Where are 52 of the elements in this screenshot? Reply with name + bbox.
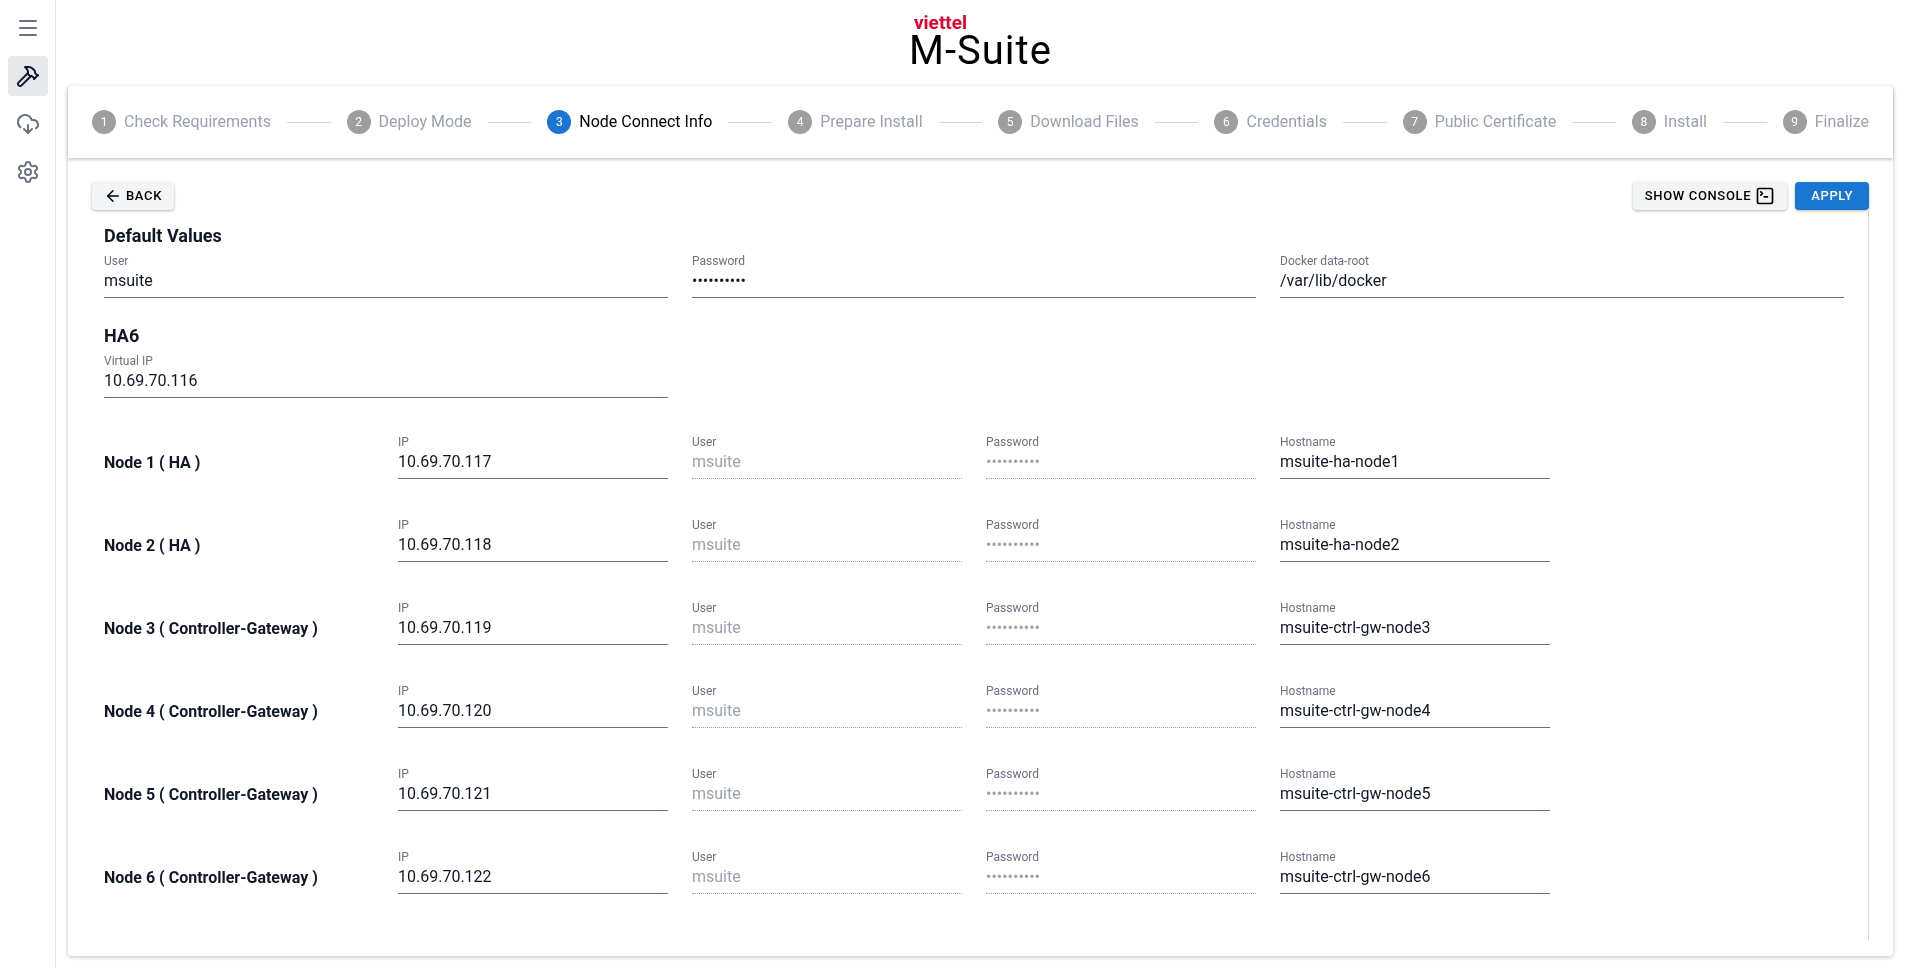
- text-field[interactable]: Hostname msuite-ctrl-gw-node3: [1280, 600, 1550, 645]
- step-number[interactable]: 1: [92, 110, 116, 134]
- tools-icon: [15, 64, 40, 88]
- text-field[interactable]: IP 10.69.70.120: [398, 683, 668, 728]
- text-field[interactable]: IP 10.69.70.121: [398, 766, 668, 811]
- section-title: Default Values: [104, 224, 223, 248]
- text-field[interactable]: IP 10.69.70.122: [398, 849, 668, 894]
- step-number[interactable]: 7: [1402, 110, 1427, 134]
- cloud-download-icon: [15, 112, 40, 136]
- text-field[interactable]: Hostname msuite-ha-node1: [1280, 434, 1550, 479]
- sidebar-button[interactable]: [7, 56, 48, 96]
- back-button[interactable]: BACK: [92, 182, 175, 210]
- text-field[interactable]: Virtual IP 10.69.70.116: [104, 353, 668, 398]
- text-field[interactable]: IP 10.69.70.119: [398, 600, 668, 645]
- step-number[interactable]: 5: [998, 110, 1023, 134]
- settings-icon: [15, 160, 40, 184]
- text-field[interactable]: IP 10.69.70.118: [398, 517, 668, 562]
- terminal-icon: [1755, 186, 1776, 206]
- text-field[interactable]: Hostname msuite-ctrl-gw-node6: [1280, 849, 1550, 894]
- text-field[interactable]: Hostname msuite-ctrl-gw-node4: [1280, 683, 1550, 728]
- node-label: Node 5 ( Controller-Gateway ): [104, 784, 319, 806]
- text-field[interactable]: Hostname msuite-ha-node2: [1280, 517, 1550, 562]
- step-label[interactable]: Finalize: [1814, 110, 1870, 134]
- step-number[interactable]: 8: [1631, 110, 1656, 134]
- product-logo: M-Suite: [909, 31, 1052, 71]
- step-label[interactable]: Prepare Install: [820, 110, 923, 134]
- text-field[interactable]: User msuite: [104, 253, 668, 298]
- step-number[interactable]: 9: [1782, 110, 1807, 134]
- section-title: HA6: [104, 324, 141, 348]
- step-number[interactable]: 4: [788, 110, 813, 134]
- step-number[interactable]: 2: [346, 110, 371, 134]
- step-label[interactable]: Node Connect Info: [579, 110, 713, 134]
- show-console-button[interactable]: SHOW CONSOLE: [1632, 182, 1788, 210]
- node-label: Node 2 ( HA ): [104, 535, 202, 557]
- text-field[interactable]: Password ••••••••••: [692, 253, 1256, 298]
- step-label[interactable]: Check Requirements: [124, 110, 271, 134]
- node-label: Node 1 ( HA ): [104, 452, 202, 474]
- text-field[interactable]: Docker data-root /var/lib/docker: [1280, 253, 1844, 298]
- node-label: Node 3 ( Controller-Gateway ): [104, 618, 319, 640]
- node-label: Node 4 ( Controller-Gateway ): [104, 701, 319, 723]
- step-number[interactable]: 3: [547, 110, 572, 134]
- step-label[interactable]: Download Files: [1030, 110, 1139, 134]
- step-number[interactable]: 6: [1214, 110, 1239, 134]
- text-field[interactable]: Hostname msuite-ctrl-gw-node5: [1280, 766, 1550, 811]
- apply-button[interactable]: APPLY: [1795, 182, 1869, 210]
- step-label[interactable]: Deploy Mode: [378, 110, 472, 134]
- step-label[interactable]: Credentials: [1246, 110, 1327, 134]
- node-label: Node 6 ( Controller-Gateway ): [104, 867, 319, 889]
- brand-logo: viettel: [913, 15, 968, 31]
- step-label[interactable]: Install: [1663, 110, 1707, 134]
- text-field[interactable]: IP 10.69.70.117: [398, 434, 668, 479]
- step-label[interactable]: Public Certificate: [1434, 110, 1557, 134]
